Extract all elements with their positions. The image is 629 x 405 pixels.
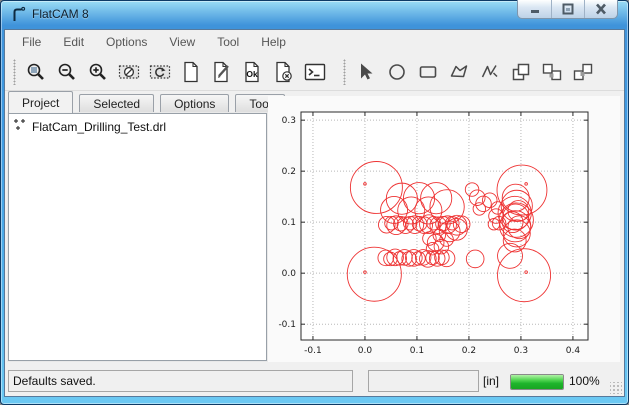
copy-geometry-icon[interactable] (508, 59, 534, 85)
new-project-icon[interactable] (178, 59, 204, 85)
move-object-icon[interactable] (570, 59, 596, 85)
tree-item-drill-file[interactable]: FlatCam_Drilling_Test.drl (9, 114, 266, 135)
status-message-field: Defaults saved. (8, 370, 353, 392)
menu-item-tool[interactable]: Tool (206, 31, 250, 53)
svg-text:-0.1: -0.1 (278, 320, 296, 330)
svg-text:0.2: 0.2 (462, 346, 476, 356)
status-aux-field (368, 370, 479, 392)
menu-item-edit[interactable]: Edit (52, 31, 95, 53)
project-tree-panel[interactable]: FlatCam_Drilling_Test.drl (8, 113, 267, 361)
toolbar-drag-handle[interactable] (13, 59, 16, 85)
minimize-button[interactable] (518, 0, 551, 18)
svg-text:Ok: Ok (246, 69, 258, 79)
save-project-icon[interactable]: Ok (240, 59, 266, 85)
svg-text:0.3: 0.3 (514, 346, 528, 356)
shell-icon[interactable] (302, 59, 328, 85)
menu-item-help[interactable]: Help (250, 31, 297, 53)
close-button[interactable] (584, 0, 617, 18)
menu-item-view[interactable]: View (158, 31, 206, 53)
open-project-icon[interactable] (209, 59, 235, 85)
svg-text:-0.1: -0.1 (304, 346, 322, 356)
select-tool-icon[interactable] (353, 59, 379, 85)
clear-plot-icon[interactable] (116, 59, 142, 85)
menu-item-options[interactable]: Options (95, 31, 158, 53)
tab-bar: Project Selected Options Tool (8, 91, 291, 113)
client-area: File Edit Options View Tool Help (4, 29, 625, 397)
draw-polygon-icon[interactable] (446, 59, 472, 85)
svg-text:0.3: 0.3 (282, 116, 296, 126)
plot-figure: -0.1 0.0 0.1 0.2 0.3 0.4 -0.1 0.0 0.1 0.2 0.3 (268, 96, 620, 362)
draw-polyline-icon[interactable] (477, 59, 503, 85)
tab-selected[interactable]: Selected (79, 94, 154, 113)
tab-options[interactable]: Options (160, 94, 229, 113)
toolbar: Ok (5, 54, 624, 91)
flatcam-logo-icon (10, 6, 27, 23)
toolbar-drag-handle-2[interactable] (343, 59, 346, 85)
copy-object-icon[interactable] (539, 59, 565, 85)
tab-project[interactable]: Project (8, 91, 73, 113)
svg-text:0.4: 0.4 (566, 346, 581, 356)
window-title: FlatCAM 8 (32, 7, 89, 21)
svg-text:0.1: 0.1 (410, 346, 424, 356)
zoom-in-icon[interactable] (85, 59, 111, 85)
drill-plot-canvas[interactable]: -0.1 0.0 0.1 0.2 0.3 0.4 -0.1 0.0 0.1 0.2 0.3 (268, 96, 620, 362)
svg-text:0.2: 0.2 (282, 167, 296, 177)
maximize-button[interactable] (551, 0, 584, 18)
delete-object-icon[interactable] (271, 59, 297, 85)
svg-text:0.0: 0.0 (282, 269, 297, 279)
menu-item-file[interactable]: File (11, 31, 52, 53)
title-bar[interactable]: FlatCAM 8 (0, 0, 629, 29)
resize-grip-icon[interactable] (610, 382, 622, 394)
status-bar: Defaults saved. [in] 100% (5, 368, 624, 396)
units-label: [in] (483, 374, 499, 388)
replot-icon[interactable] (147, 59, 173, 85)
status-message: Defaults saved. (13, 374, 96, 388)
window-controls (517, 0, 618, 19)
draw-circle-icon[interactable] (384, 59, 410, 85)
svg-text:0.0: 0.0 (358, 346, 373, 356)
menu-bar: File Edit Options View Tool Help (5, 30, 624, 54)
draw-rectangle-icon[interactable] (415, 59, 441, 85)
drill-file-icon (13, 118, 27, 135)
zoom-out-icon[interactable] (54, 59, 80, 85)
flatcam-window: FlatCAM 8 File Edit Options View Tool He… (0, 0, 629, 405)
progress-bar (510, 374, 564, 390)
svg-text:0.1: 0.1 (282, 218, 296, 228)
zoom-fit-icon[interactable] (23, 59, 49, 85)
progress-bar-fill (511, 375, 563, 389)
tree-item-label: FlatCam_Drilling_Test.drl (32, 120, 166, 134)
progress-percent-label: 100% (569, 374, 600, 388)
